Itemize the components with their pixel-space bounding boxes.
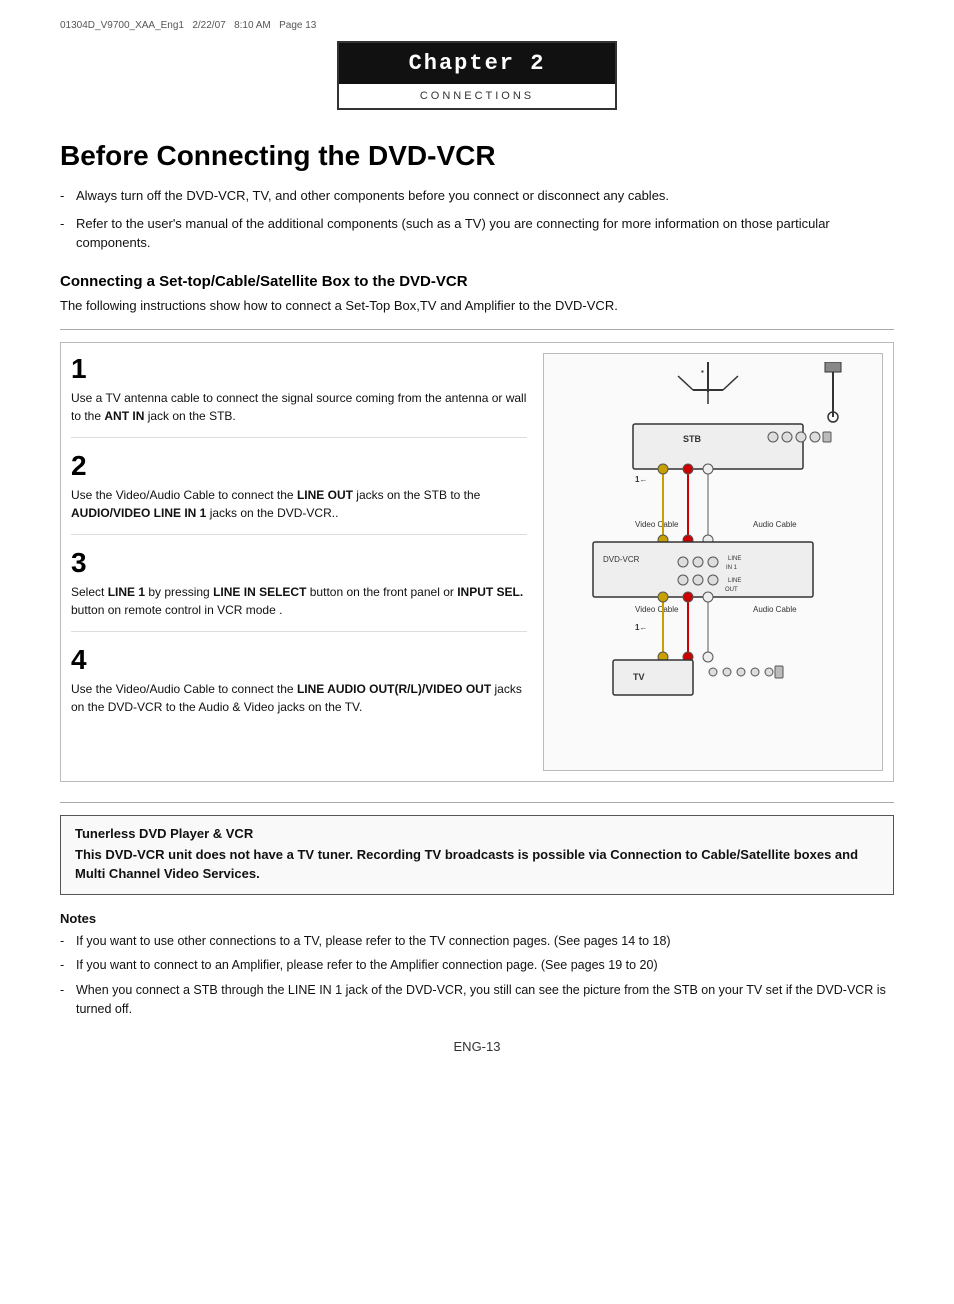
step-1-text: Use a TV antenna cable to connect the si… xyxy=(71,389,527,425)
notes-section: Notes If you want to use other connectio… xyxy=(60,911,894,1019)
svg-text:Audio Cable: Audio Cable xyxy=(753,520,797,529)
step-2-number: 2 xyxy=(71,450,527,482)
step-4-number: 4 xyxy=(71,644,527,676)
divider-top xyxy=(60,329,894,330)
note-box: Tunerless DVD Player & VCR This DVD-VCR … xyxy=(60,815,894,895)
note-item-1: If you want to use other connections to … xyxy=(60,932,894,951)
chapter-box: Chapter 2 CONNECTIONS xyxy=(337,41,617,110)
notes-list: If you want to use other connections to … xyxy=(60,932,894,1019)
svg-text:▪: ▪ xyxy=(701,367,704,376)
step-2-text: Use the Video/Audio Cable to connect the… xyxy=(71,486,527,522)
step-2: 2 Use the Video/Audio Cable to connect t… xyxy=(71,450,527,535)
intro-bullet-1: Always turn off the DVD-VCR, TV, and oth… xyxy=(60,186,894,206)
notes-title: Notes xyxy=(60,911,894,926)
svg-text:LINE: LINE xyxy=(728,578,741,584)
note-item-3: When you connect a STB through the LINE … xyxy=(60,981,894,1019)
page-title: Before Connecting the DVD-VCR xyxy=(60,140,894,172)
step-3: 3 Select LINE 1 by pressing LINE IN SELE… xyxy=(71,547,527,632)
svg-text:Audio Cable: Audio Cable xyxy=(753,605,797,614)
svg-text:Video Cable: Video Cable xyxy=(635,605,679,614)
page-footer: ENG-13 xyxy=(60,1039,894,1054)
svg-text:OUT: OUT xyxy=(725,587,738,593)
step-3-number: 3 xyxy=(71,547,527,579)
divider-bottom xyxy=(60,802,894,803)
connection-diagram: ▪ STB 1← Video Cable xyxy=(553,362,873,762)
step-4-text: Use the Video/Audio Cable to connect the… xyxy=(71,680,527,716)
svg-text:TV: TV xyxy=(633,672,645,682)
steps-column: 1 Use a TV antenna cable to connect the … xyxy=(71,353,527,771)
svg-text:1←: 1← xyxy=(635,475,647,484)
intro-bullet-2: Refer to the user's manual of the additi… xyxy=(60,214,894,253)
intro-bullets: Always turn off the DVD-VCR, TV, and oth… xyxy=(60,186,894,253)
note-box-body: This DVD-VCR unit does not have a TV tun… xyxy=(75,845,879,884)
svg-text:LINE: LINE xyxy=(728,556,741,562)
instructions-layout: 1 Use a TV antenna cable to connect the … xyxy=(60,342,894,782)
svg-text:IN 1: IN 1 xyxy=(726,565,738,571)
step-1-number: 1 xyxy=(71,353,527,385)
step-4: 4 Use the Video/Audio Cable to connect t… xyxy=(71,644,527,728)
note-item-2: If you want to connect to an Amplifier, … xyxy=(60,956,894,975)
chapter-title: Chapter 2 xyxy=(339,43,615,84)
svg-text:STB: STB xyxy=(683,434,702,444)
step-3-text: Select LINE 1 by pressing LINE IN SELECT… xyxy=(71,583,527,619)
svg-text:1←: 1← xyxy=(635,623,647,632)
step-1: 1 Use a TV antenna cable to connect the … xyxy=(71,353,527,438)
header-meta: 01304D_V9700_XAA_Eng1 2/22/07 8:10 AM Pa… xyxy=(60,20,894,31)
section-description: The following instructions show how to c… xyxy=(60,298,894,313)
chapter-subtitle: CONNECTIONS xyxy=(339,84,615,108)
section-title: Connecting a Set-top/Cable/Satellite Box… xyxy=(60,273,894,290)
diagram-column: ▪ STB 1← Video Cable xyxy=(543,353,883,771)
svg-text:DVD-VCR: DVD-VCR xyxy=(603,555,640,564)
note-box-title: Tunerless DVD Player & VCR xyxy=(75,826,879,841)
svg-text:Video Cable: Video Cable xyxy=(635,520,679,529)
